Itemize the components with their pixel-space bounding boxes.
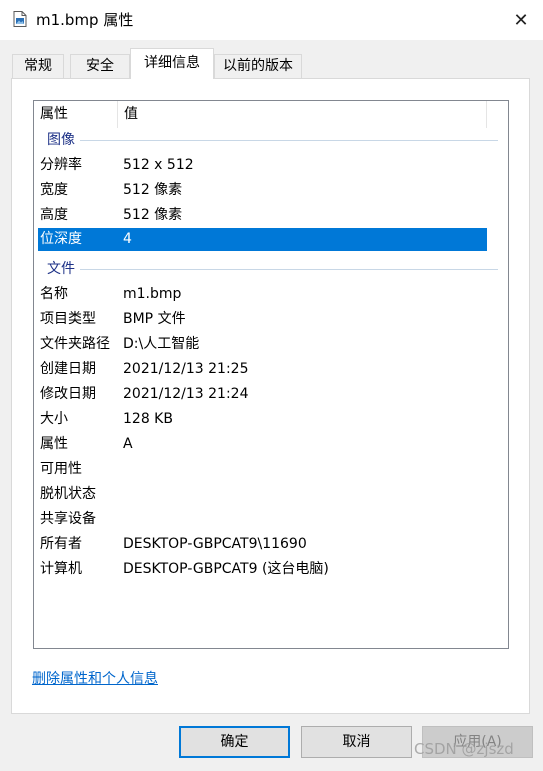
list-row[interactable]: 修改日期 2021/12/13 21:24 [34,382,508,407]
property-name: 高度 [40,207,68,223]
property-value: 512 像素 [123,182,183,198]
properties-window: m1.bmp 属性 ✕ 常规 安全 详细信息 以前的版本 属性 值 图像 分辨率… [0,0,543,771]
group-label: 图像 [47,132,75,148]
remove-properties-link[interactable]: 删除属性和个人信息 [32,668,158,688]
property-value: BMP 文件 [123,311,186,327]
tab-security[interactable]: 安全 [70,54,130,78]
list-row[interactable]: 文件夹路径 D:\人工智能 [34,332,508,357]
list-row[interactable]: 所有者 DESKTOP-GBPCAT9\11690 [34,532,508,557]
window-title: m1.bmp 属性 [36,11,134,29]
column-divider[interactable] [486,101,487,128]
property-name: 大小 [40,411,68,427]
property-name: 所有者 [40,536,82,552]
property-name: 文件夹路径 [40,336,110,352]
group-header-image[interactable]: 图像 [34,128,508,153]
details-panel: 属性 值 图像 分辨率 512 x 512 宽度 512 像素 高度 512 像… [11,78,530,714]
tab-strip: 常规 安全 详细信息 以前的版本 [12,48,532,79]
watermark-text: CSDN @zjszd [414,740,514,758]
tab-details[interactable]: 详细信息 [130,48,214,79]
close-button[interactable]: ✕ [505,6,537,34]
list-row-selected[interactable]: 位深度 4 [38,228,487,251]
title-bar[interactable]: m1.bmp 属性 ✕ [0,0,543,40]
property-name: 分辨率 [40,157,82,173]
list-header: 属性 值 [34,101,508,128]
tab-general[interactable]: 常规 [12,54,64,78]
list-row[interactable]: 宽度 512 像素 [34,178,508,203]
list-row[interactable]: 高度 512 像素 [34,203,508,228]
property-list[interactable]: 属性 值 图像 分辨率 512 x 512 宽度 512 像素 高度 512 像… [33,100,509,649]
list-row[interactable]: 共享设备 [34,507,508,532]
property-name: 位深度 [40,231,82,247]
property-name: 名称 [40,286,68,302]
property-value: 2021/12/13 21:25 [123,361,249,377]
property-value: m1.bmp [123,286,182,302]
property-name: 脱机状态 [40,486,96,502]
property-value: DESKTOP-GBPCAT9\11690 [123,536,307,552]
group-label: 文件 [47,261,75,277]
property-name: 可用性 [40,461,82,477]
property-value: A [123,436,133,452]
property-name: 修改日期 [40,386,96,402]
property-value: 512 x 512 [123,157,194,173]
list-row[interactable]: 脱机状态 [34,482,508,507]
group-divider [80,140,498,141]
column-header-value[interactable]: 值 [118,101,486,128]
property-name: 创建日期 [40,361,96,377]
property-name: 计算机 [40,561,82,577]
ok-button[interactable]: 确定 [179,726,290,758]
bmp-file-icon [13,11,27,27]
property-value: 512 像素 [123,207,183,223]
column-header-property[interactable]: 属性 [34,101,117,128]
list-row[interactable]: 名称 m1.bmp [34,282,508,307]
list-row[interactable]: 计算机 DESKTOP-GBPCAT9 (这台电脑) [34,557,508,582]
property-name: 属性 [40,436,68,452]
cancel-button[interactable]: 取消 [301,726,412,758]
list-row[interactable]: 项目类型 BMP 文件 [34,307,508,332]
list-row[interactable]: 属性 A [34,432,508,457]
group-header-file[interactable]: 文件 [34,257,508,282]
property-value: 2021/12/13 21:24 [123,386,249,402]
close-icon: ✕ [513,9,529,31]
list-row[interactable]: 大小 128 KB [34,407,508,432]
list-row[interactable]: 分辨率 512 x 512 [34,153,508,178]
list-row[interactable]: 创建日期 2021/12/13 21:25 [34,357,508,382]
tab-previous-versions[interactable]: 以前的版本 [214,54,302,78]
group-divider [80,269,498,270]
property-value: DESKTOP-GBPCAT9 (这台电脑) [123,561,329,577]
property-value: 128 KB [123,411,173,427]
property-name: 项目类型 [40,311,96,327]
property-name: 共享设备 [40,511,96,527]
property-name: 宽度 [40,182,68,198]
list-row[interactable]: 可用性 [34,457,508,482]
property-value: D:\人工智能 [123,336,200,352]
property-value: 4 [123,231,132,247]
